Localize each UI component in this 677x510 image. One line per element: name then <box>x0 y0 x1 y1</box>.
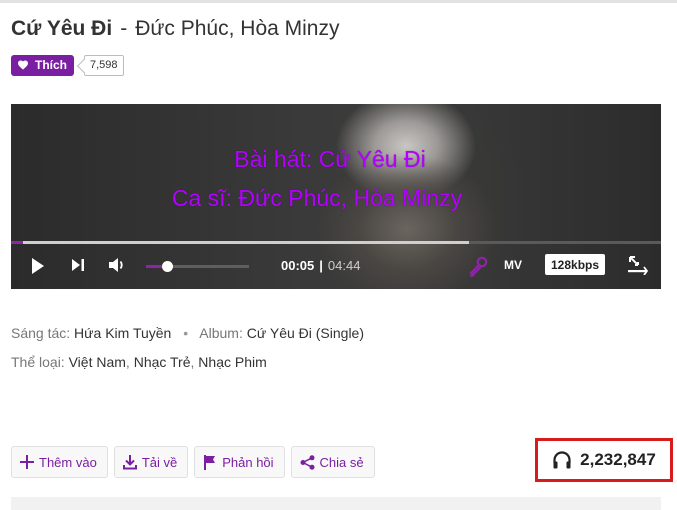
composer-link[interactable]: Hứa Kim Tuyền <box>74 325 171 341</box>
feedback-label: Phản hồi <box>222 454 274 470</box>
current-time: 00:05 <box>281 258 315 273</box>
song-title: Cứ Yêu Đi <box>11 17 113 40</box>
play-icon <box>32 258 44 274</box>
add-label: Thêm vào <box>39 454 97 470</box>
volume-knob[interactable] <box>161 261 173 272</box>
play-button[interactable] <box>29 256 47 276</box>
genre-link-vietnam[interactable]: Việt Nam <box>69 354 126 370</box>
song-artists[interactable]: Đức Phúc, Hòa Minzy <box>135 17 339 40</box>
expand-icon <box>628 256 648 275</box>
title-separator: - <box>120 17 128 40</box>
progress-bar[interactable] <box>11 241 661 244</box>
duration: 04:44 <box>327 258 361 273</box>
genre-link-nhac-phim[interactable]: Nhạc Phim <box>198 354 266 370</box>
genre-link-nhac-tre[interactable]: Nhạc Trẻ <box>134 354 191 370</box>
genre-line: Thể loại: Việt Nam, Nhạc Trẻ, Nhạc Phim <box>11 354 267 370</box>
expand-button[interactable] <box>625 254 649 276</box>
volume-button[interactable] <box>107 255 127 275</box>
like-label: Thích <box>35 58 67 72</box>
album-label: Album: <box>199 325 243 341</box>
bottom-panel <box>11 497 661 510</box>
lyric-line-1: Bài hát: Cứ Yêu Đi <box>234 146 426 172</box>
download-icon <box>122 454 137 470</box>
like-row: Thích 7,598 <box>11 54 124 76</box>
listen-count-box: 2,232,847 <box>535 438 673 482</box>
volume-slider[interactable] <box>146 261 249 272</box>
flag-icon <box>203 454 217 470</box>
album-link[interactable]: Cứ Yêu Đi (Single) <box>247 325 364 341</box>
add-to-playlist-button[interactable]: Thêm vào <box>11 446 108 478</box>
meta-separator: • <box>183 325 189 341</box>
share-icon <box>300 454 315 470</box>
media-player[interactable]: Bài hát: Cứ Yêu Đi Ca sĩ: Đức Phúc, Hòa … <box>11 104 661 289</box>
top-divider <box>0 0 677 3</box>
quality-selector[interactable]: 128kbps <box>545 254 606 275</box>
listen-count: 2,232,847 <box>580 450 656 469</box>
headphones-icon <box>552 450 572 470</box>
genre-label: Thể loại: <box>11 354 65 370</box>
karaoke-button[interactable] <box>466 254 490 278</box>
download-button[interactable]: Tải về <box>113 446 189 478</box>
credits-line: Sáng tác: Hứa Kim Tuyền • Album: Cứ Yêu … <box>11 325 364 341</box>
karaoke-mic-icon <box>469 256 488 277</box>
plus-icon <box>20 455 34 469</box>
buffer-fill <box>11 241 470 244</box>
composer-label: Sáng tác: <box>11 325 71 341</box>
like-count: 7,598 <box>84 54 124 76</box>
download-label: Tải về <box>141 454 178 470</box>
like-button[interactable]: Thích <box>11 54 74 76</box>
feedback-button[interactable]: Phản hồi <box>194 446 285 478</box>
action-bar: Thêm vào Tải về Phản hồi Chia sẻ <box>11 446 381 478</box>
next-track-icon <box>72 259 84 271</box>
mv-button[interactable]: MV <box>504 258 522 272</box>
volume-icon <box>109 258 123 272</box>
share-label: Chia sẻ <box>319 454 364 470</box>
next-track-button[interactable] <box>70 256 86 274</box>
share-button[interactable]: Chia sẻ <box>290 446 375 478</box>
time-display: 00:05 | 04:44 <box>281 258 360 273</box>
heart-icon <box>18 60 28 70</box>
lyric-line-2: Ca sĩ: Đức Phúc, Hòa Minzy <box>171 185 463 211</box>
song-heading: Cứ Yêu Đi - Đức Phúc, Hòa Minzy <box>11 17 339 41</box>
time-separator: | <box>319 258 323 273</box>
played-fill <box>11 241 23 244</box>
